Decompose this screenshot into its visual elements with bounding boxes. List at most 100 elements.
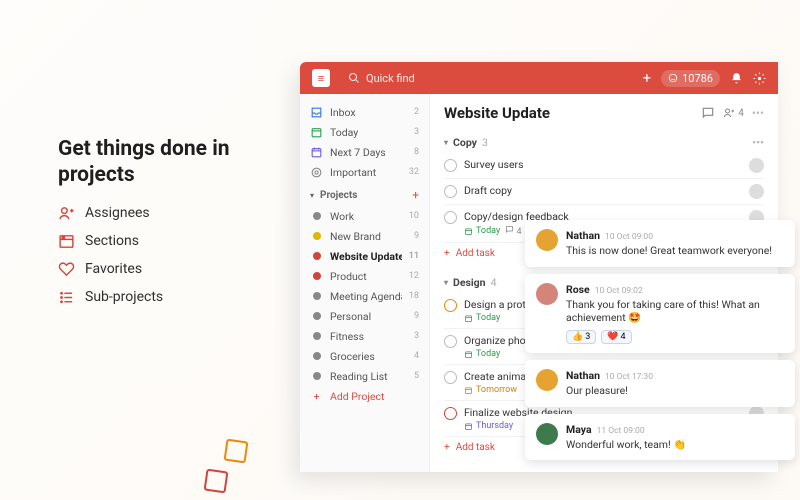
task-checkbox[interactable] (444, 407, 457, 420)
comment-avatar (536, 423, 558, 445)
section-count: 4 (491, 276, 497, 289)
task-due: Tomorrow (464, 385, 517, 395)
task-due: Today (464, 349, 500, 359)
notification-icon[interactable] (730, 72, 743, 85)
comment-author: Nathan (566, 229, 600, 242)
calendar-icon (464, 227, 473, 236)
task-checkbox[interactable] (444, 211, 457, 224)
reaction-button[interactable]: 👍3 (566, 330, 596, 344)
reaction-button[interactable]: ❤️4 (601, 330, 631, 344)
task-assignee-avatar[interactable] (749, 158, 764, 173)
task-assignee-avatar[interactable] (749, 184, 764, 199)
karma-counter[interactable]: 10786 (661, 70, 720, 87)
promo-headline: Get things done in projects (58, 136, 258, 189)
sidebar-item-count: 2 (414, 107, 419, 117)
sidebar-item-label: Next 7 Days (330, 146, 407, 159)
promo-feature-label: Sub-projects (85, 289, 163, 305)
sidebar-item-count: 4 (414, 351, 419, 361)
task-row[interactable]: Draft copy (444, 179, 764, 205)
gear-icon[interactable] (753, 72, 766, 85)
projects-header[interactable]: ▾ Projects + (300, 182, 429, 206)
sidebar-project[interactable]: Fitness3 (300, 326, 429, 346)
task-title: Draft copy (464, 184, 742, 197)
promo-feature: Assignees (58, 205, 258, 222)
task-checkbox[interactable] (444, 335, 457, 348)
project-color-icon (310, 350, 323, 363)
sidebar-item-label: Meeting Agenda (330, 290, 402, 303)
task-checkbox[interactable] (444, 299, 457, 312)
comment-time: 10 Oct 09:02 (595, 286, 643, 296)
sidebar-item-label: Product (330, 270, 402, 283)
task-row[interactable]: Survey users (444, 153, 764, 179)
sidebar-filter[interactable]: Important32 (300, 162, 429, 182)
sidebar-filter[interactable]: Next 7 Days 8 (300, 142, 429, 162)
karma-icon (668, 73, 678, 83)
section-more-icon[interactable]: ••• (752, 136, 764, 149)
comment-time: 11 Oct 09:00 (597, 426, 645, 436)
section-header[interactable]: ▾Copy3••• (444, 132, 764, 153)
section-name: Copy (453, 136, 477, 149)
search-icon (348, 72, 360, 84)
inbox-icon (310, 106, 323, 119)
promo-feature-label: Assignees (85, 205, 150, 221)
decorative-square (224, 439, 249, 464)
sidebar-item-label: Important (330, 166, 402, 179)
project-color-icon (310, 370, 323, 383)
more-icon[interactable]: ••• (752, 106, 764, 120)
sidebar-filter[interactable]: Today3 (300, 122, 429, 142)
task-checkbox[interactable] (444, 371, 457, 384)
comment-time: 10 Oct 09:00 (605, 232, 653, 242)
bookmark-icon (310, 166, 323, 179)
add-project-button[interactable]: +Add Project (300, 386, 429, 406)
comment-time: 10 Oct 17:30 (605, 372, 653, 382)
calendar-icon (464, 422, 473, 431)
sidebar-item-count: 8 (414, 147, 419, 157)
sidebar-item-label: Reading List (330, 370, 407, 383)
comment-author: Nathan (566, 369, 600, 382)
sidebar-item-count: 9 (414, 231, 419, 241)
sidebar-filter[interactable]: Inbox2 (300, 102, 429, 122)
topbar: ≡ Quick find + 10786 (300, 62, 778, 94)
sidebar-project[interactable]: Website Update11 (300, 246, 429, 266)
add-task-icon[interactable]: + (643, 69, 652, 87)
sidebar-project[interactable]: Reading List 5 (300, 366, 429, 386)
project-title: Website Update (444, 104, 693, 122)
sidebar-item-count: 18 (409, 291, 419, 301)
comment-text: This is now done! Great teamwork everyon… (566, 244, 784, 258)
project-color-icon (310, 210, 323, 223)
sidebar-project[interactable]: Meeting Agenda 18 (300, 286, 429, 306)
sidebar-item-label: Today (330, 126, 407, 139)
task-checkbox[interactable] (444, 159, 457, 172)
comment-bubble[interactable]: Maya11 Oct 09:00Wonderful work, team! 👏 (525, 414, 795, 461)
sidebar-project[interactable]: New Brand9 (300, 226, 429, 246)
task-due: Today (464, 226, 500, 236)
sidebar-item-label: Personal (330, 310, 407, 323)
task-due: Thursday (464, 421, 513, 431)
promo-feature-label: Sections (85, 233, 139, 249)
sidebar-project[interactable]: Personal9 (300, 306, 429, 326)
comment-bubble[interactable]: Rose10 Oct 09:02Thank you for taking car… (525, 274, 795, 353)
calendar-icon (464, 314, 473, 323)
add-project-icon[interactable]: + (412, 188, 419, 202)
promo-feature: Favorites (58, 261, 258, 278)
sidebar-project[interactable]: Work10 (300, 206, 429, 226)
task-checkbox[interactable] (444, 185, 457, 198)
calendar-icon (464, 350, 473, 359)
plus-icon: + (444, 248, 450, 259)
project-color-icon (310, 310, 323, 323)
share-button[interactable]: 4 (723, 107, 744, 119)
comment-bubble[interactable]: Nathan10 Oct 17:30Our pleasure! (525, 360, 795, 407)
sidebar-item-label: Website Update (330, 250, 402, 263)
sidebar-item-count: 5 (414, 371, 419, 381)
sidebar-item-count: 12 (409, 271, 419, 281)
sidebar-project[interactable]: Groceries4 (300, 346, 429, 366)
app-logo[interactable]: ≡ (312, 69, 330, 87)
plus-icon: + (444, 442, 450, 453)
sidebar-project[interactable]: Product 12 (300, 266, 429, 286)
comments-icon[interactable] (701, 106, 715, 120)
comment-bubble[interactable]: Nathan 10 Oct 09:00 This is now done! Grea… (525, 220, 795, 267)
section-count: 3 (482, 136, 488, 149)
section-name: Design (453, 276, 486, 289)
search-input[interactable]: Quick find (348, 72, 643, 85)
comment-author: Rose (566, 283, 590, 296)
